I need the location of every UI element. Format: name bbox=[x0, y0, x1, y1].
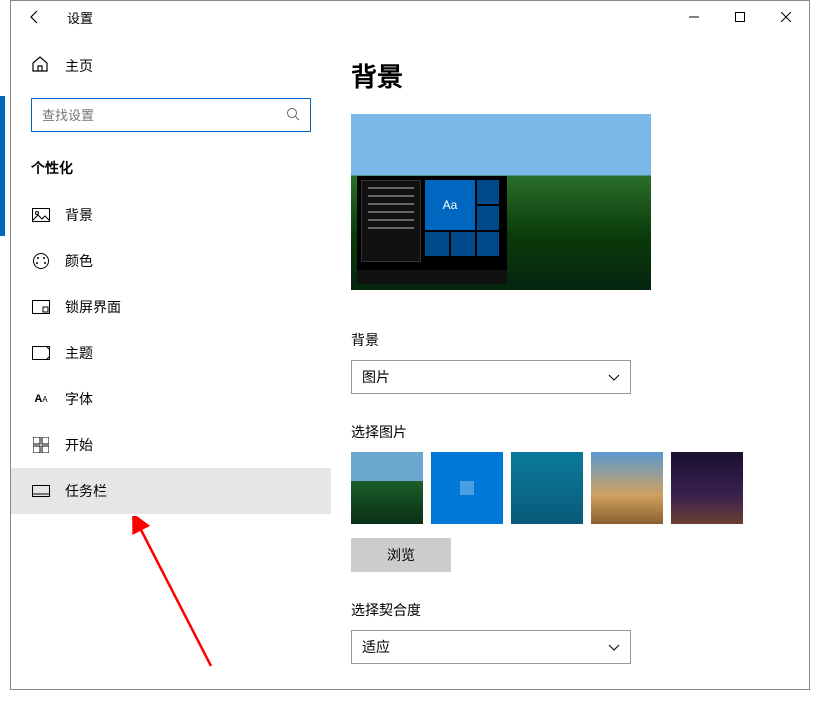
picture-icon bbox=[31, 208, 51, 222]
wallpaper-thumb-2[interactable] bbox=[431, 452, 503, 524]
home-icon bbox=[31, 55, 51, 76]
fit-value: 适应 bbox=[362, 637, 390, 657]
home-link[interactable]: 主页 bbox=[11, 45, 331, 86]
wallpaper-thumb-3[interactable] bbox=[511, 452, 583, 524]
preview-tile-text: Aa bbox=[425, 180, 475, 230]
bg-type-label: 背景 bbox=[351, 330, 789, 350]
desktop-preview: Aa bbox=[351, 114, 651, 290]
home-label: 主页 bbox=[65, 56, 93, 76]
nav-label: 锁屏界面 bbox=[65, 297, 121, 317]
page-heading: 背景 bbox=[351, 57, 789, 94]
left-edge-decor bbox=[0, 0, 10, 702]
palette-icon bbox=[31, 252, 51, 270]
close-button[interactable] bbox=[763, 1, 809, 33]
nav-fonts[interactable]: AA 字体 bbox=[11, 376, 331, 422]
wallpaper-thumb-4[interactable] bbox=[591, 452, 663, 524]
nav-label: 开始 bbox=[65, 435, 93, 455]
nav-colors[interactable]: 颜色 bbox=[11, 238, 331, 284]
content-area: 主页 个性化 背景 颜色 bbox=[11, 33, 809, 689]
fit-select[interactable]: 适应 bbox=[351, 630, 631, 664]
themes-icon bbox=[31, 346, 51, 360]
sidebar: 主页 个性化 背景 颜色 bbox=[11, 33, 331, 689]
wallpaper-thumb-5[interactable] bbox=[671, 452, 743, 524]
nav-label: 任务栏 bbox=[65, 481, 107, 501]
section-label: 个性化 bbox=[11, 150, 331, 192]
settings-window: 设置 主页 bbox=[10, 0, 810, 690]
minimize-button[interactable] bbox=[671, 1, 717, 33]
choose-image-label: 选择图片 bbox=[351, 422, 789, 442]
back-button[interactable] bbox=[19, 1, 51, 33]
nav-label: 颜色 bbox=[65, 251, 93, 271]
search-icon bbox=[286, 107, 300, 124]
nav-label: 背景 bbox=[65, 205, 93, 225]
search-input[interactable] bbox=[42, 108, 286, 123]
nav-label: 字体 bbox=[65, 389, 93, 409]
titlebar: 设置 bbox=[11, 1, 809, 33]
main-panel: 背景 Aa bbox=[331, 33, 809, 689]
maximize-button[interactable] bbox=[717, 1, 763, 33]
fit-label: 选择契合度 bbox=[351, 600, 789, 620]
window-controls bbox=[671, 1, 809, 33]
nav-start[interactable]: 开始 bbox=[11, 422, 331, 468]
taskbar-icon bbox=[31, 485, 51, 497]
browse-button[interactable]: 浏览 bbox=[351, 538, 451, 572]
wallpaper-thumbnails bbox=[351, 452, 789, 524]
wallpaper-thumb-1[interactable] bbox=[351, 452, 423, 524]
start-icon bbox=[31, 437, 51, 453]
bg-type-select[interactable]: 图片 bbox=[351, 360, 631, 394]
lockscreen-icon bbox=[31, 300, 51, 314]
chevron-down-icon bbox=[608, 369, 620, 385]
nav-lockscreen[interactable]: 锁屏界面 bbox=[11, 284, 331, 330]
nav-themes[interactable]: 主题 bbox=[11, 330, 331, 376]
fonts-icon: AA bbox=[31, 393, 51, 405]
nav-background[interactable]: 背景 bbox=[11, 192, 331, 238]
window-title: 设置 bbox=[67, 8, 93, 27]
bg-type-value: 图片 bbox=[362, 367, 390, 387]
nav-taskbar[interactable]: 任务栏 bbox=[11, 468, 331, 514]
chevron-down-icon bbox=[608, 639, 620, 655]
nav-label: 主题 bbox=[65, 343, 93, 363]
search-box[interactable] bbox=[31, 98, 311, 132]
